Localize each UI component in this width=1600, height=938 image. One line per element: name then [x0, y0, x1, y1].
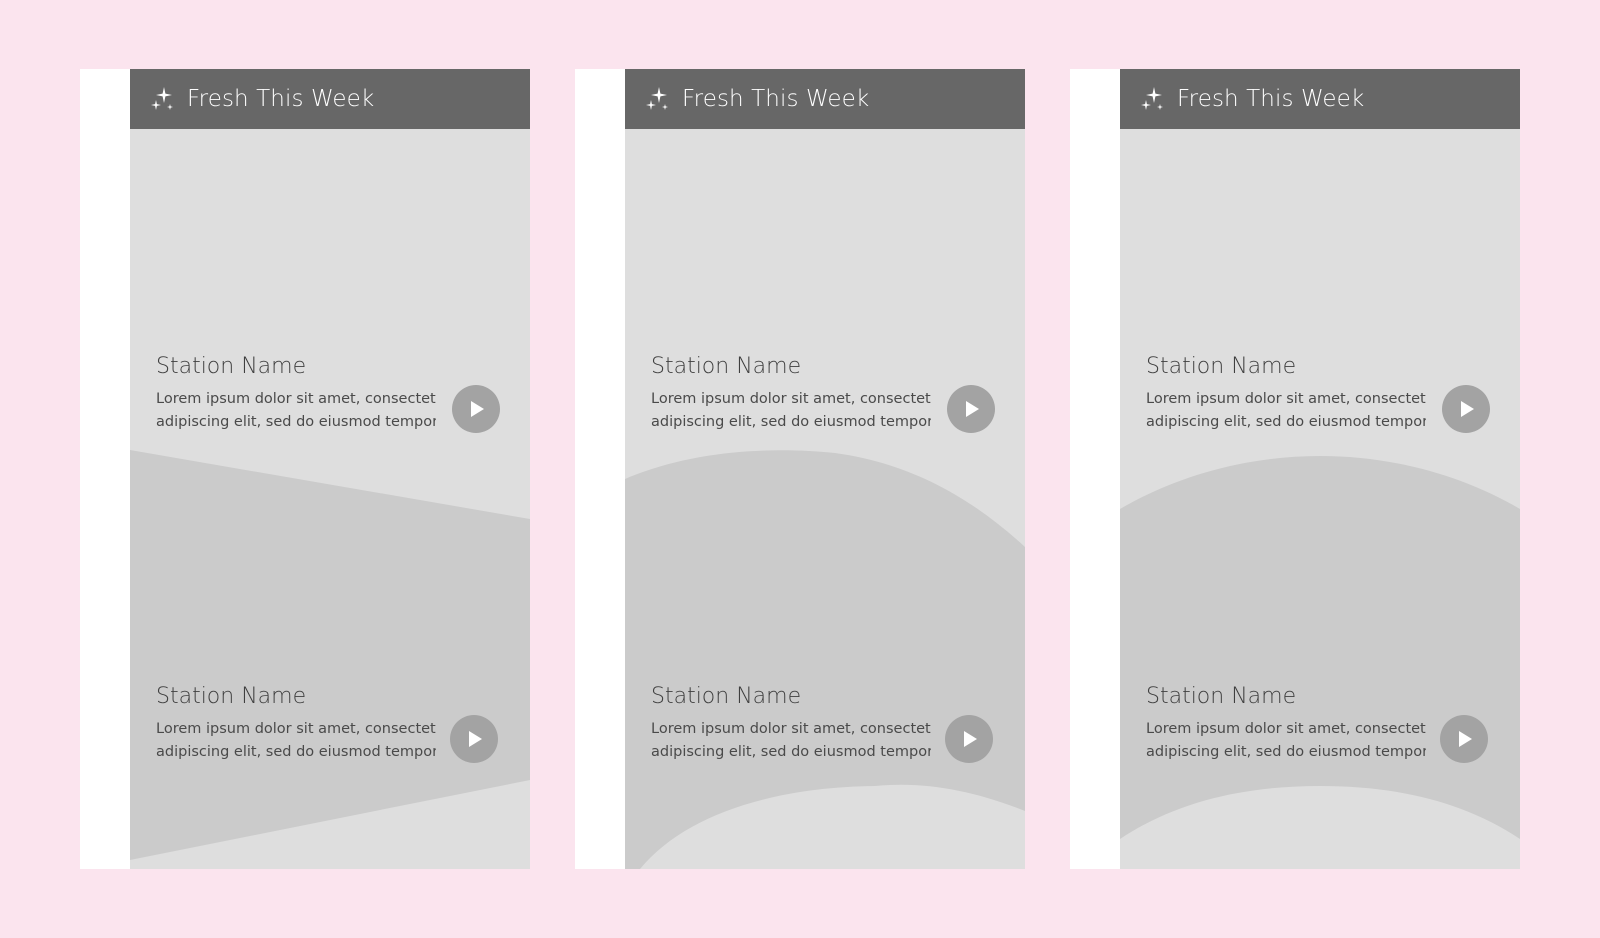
- play-icon: [1461, 401, 1474, 417]
- station-item: Station Name Lorem ipsum dolor sit amet,…: [1146, 684, 1496, 774]
- station-description: Lorem ipsum dolor sit amet, consectetur …: [156, 388, 436, 434]
- panel-header: Fresh This Week: [130, 69, 530, 129]
- play-button[interactable]: [452, 385, 500, 433]
- station-description-line: Lorem ipsum dolor sit amet, consectetur: [651, 391, 931, 407]
- station-description-line: Lorem ipsum dolor sit amet, consectetur: [651, 721, 931, 737]
- station-card-2: Fresh This Week Station Name Lorem ipsum…: [575, 69, 1025, 869]
- station-name: Station Name: [651, 684, 802, 709]
- station-item: Station Name Lorem ipsum dolor sit amet,…: [156, 684, 506, 774]
- play-button[interactable]: [947, 385, 995, 433]
- station-description-line: Lorem ipsum dolor sit amet, consectetur: [156, 391, 436, 407]
- play-button[interactable]: [945, 715, 993, 763]
- play-icon: [469, 731, 482, 747]
- station-description-line: Lorem ipsum dolor sit amet, consectetur: [156, 721, 436, 737]
- station-description-line: adipiscing elit, sed do eiusmod tempor..…: [156, 744, 436, 760]
- station-description-line: adipiscing elit, sed do eiusmod tempor..…: [1146, 744, 1426, 760]
- station-item: Station Name Lorem ipsum dolor sit amet,…: [651, 684, 1001, 774]
- station-panel: Fresh This Week Station Name Lorem ipsum…: [625, 69, 1025, 869]
- station-card-3: Fresh This Week Station Name Lorem ipsum…: [1070, 69, 1520, 869]
- panel-header: Fresh This Week: [625, 69, 1025, 129]
- play-icon: [471, 401, 484, 417]
- station-description-line: adipiscing elit, sed do eiusmod tempor..…: [156, 414, 436, 430]
- station-description: Lorem ipsum dolor sit amet, consectetur …: [651, 388, 931, 434]
- sparkles-icon: [149, 85, 177, 113]
- station-panel: Fresh This Week Station Name Lorem ipsum…: [1120, 69, 1520, 869]
- station-description-line: adipiscing elit, sed do eiusmod tempor..…: [651, 744, 931, 760]
- station-card-1: Fresh This Week Station Name Lorem ipsum…: [80, 69, 530, 869]
- play-icon: [1459, 731, 1472, 747]
- station-description: Lorem ipsum dolor sit amet, consectetur …: [651, 718, 931, 764]
- sparkles-icon: [1139, 85, 1167, 113]
- play-button[interactable]: [1442, 385, 1490, 433]
- station-name: Station Name: [651, 354, 802, 379]
- station-panel: Fresh This Week Station Name Lorem ipsum…: [130, 69, 530, 869]
- header-title: Fresh This Week: [187, 86, 375, 112]
- station-description-line: adipiscing elit, sed do eiusmod tempor..…: [1146, 414, 1426, 430]
- sparkles-icon: [644, 85, 672, 113]
- station-description-line: Lorem ipsum dolor sit amet, consectetur: [1146, 721, 1426, 737]
- play-icon: [964, 731, 977, 747]
- station-item: Station Name Lorem ipsum dolor sit amet,…: [651, 354, 1001, 444]
- station-item: Station Name Lorem ipsum dolor sit amet,…: [156, 354, 506, 444]
- header-title: Fresh This Week: [1177, 86, 1365, 112]
- station-description: Lorem ipsum dolor sit amet, consectetur …: [1146, 388, 1426, 434]
- station-description: Lorem ipsum dolor sit amet, consectetur …: [156, 718, 436, 764]
- station-item: Station Name Lorem ipsum dolor sit amet,…: [1146, 354, 1496, 444]
- station-name: Station Name: [1146, 684, 1297, 709]
- play-icon: [966, 401, 979, 417]
- station-name: Station Name: [1146, 354, 1297, 379]
- station-name: Station Name: [156, 354, 307, 379]
- play-button[interactable]: [450, 715, 498, 763]
- station-description: Lorem ipsum dolor sit amet, consectetur …: [1146, 718, 1426, 764]
- panel-header: Fresh This Week: [1120, 69, 1520, 129]
- station-description-line: adipiscing elit, sed do eiusmod tempor..…: [651, 414, 931, 430]
- station-description-line: Lorem ipsum dolor sit amet, consectetur: [1146, 391, 1426, 407]
- station-name: Station Name: [156, 684, 307, 709]
- header-title: Fresh This Week: [682, 86, 870, 112]
- play-button[interactable]: [1440, 715, 1488, 763]
